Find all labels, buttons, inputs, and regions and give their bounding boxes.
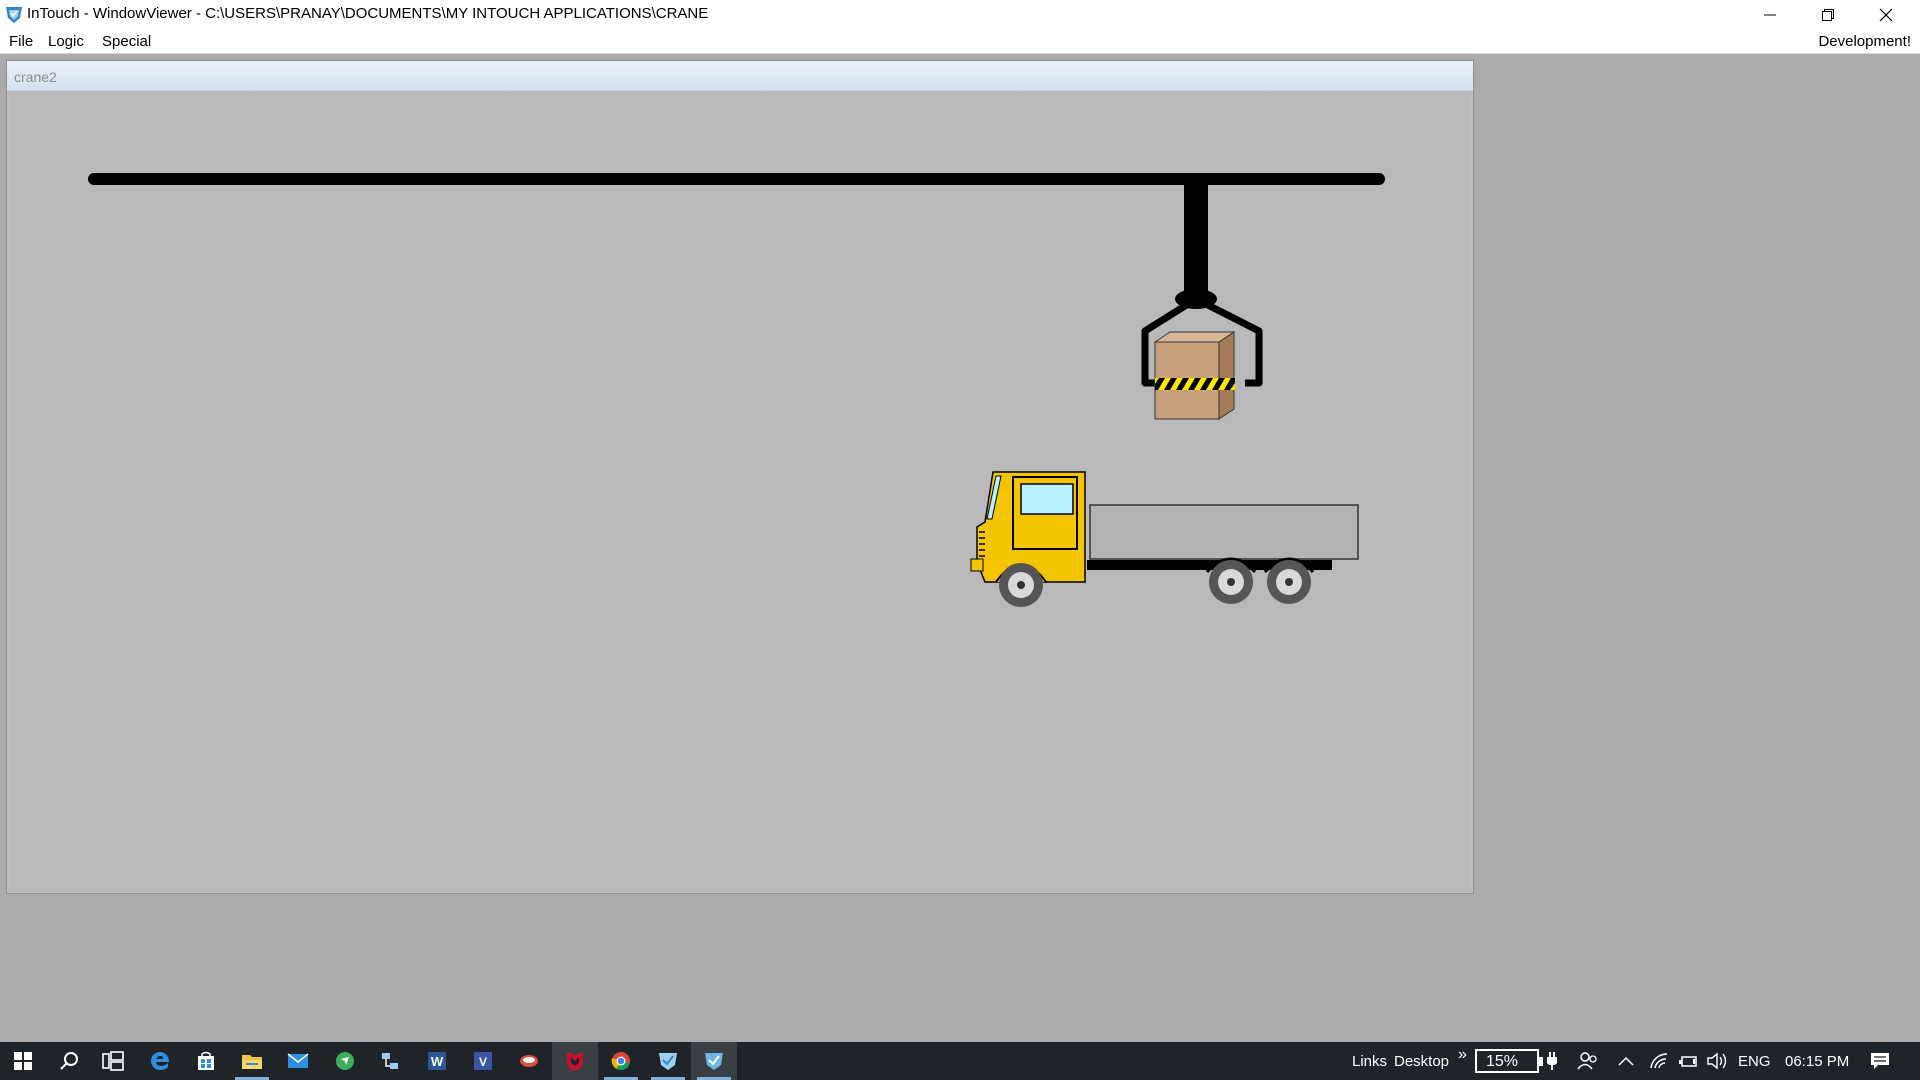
crane-scene (88, 173, 1385, 607)
taskbar-edge[interactable] (137, 1042, 183, 1080)
crane-window: crane2 (6, 60, 1474, 894)
taskbar-intouch-viewer[interactable] (691, 1042, 737, 1080)
search-icon (60, 1052, 78, 1070)
start-button[interactable] (0, 1042, 46, 1080)
visio-icon: V (474, 1052, 492, 1070)
network-tool-icon (382, 1053, 398, 1069)
svg-text:V: V (479, 1055, 487, 1069)
taskbar-intouch-manager[interactable] (645, 1042, 691, 1080)
language-indicator[interactable]: ENG (1738, 1053, 1771, 1070)
people-icon (1577, 1052, 1597, 1070)
taskbar-vpn[interactable] (322, 1042, 368, 1080)
desktop-toolbar[interactable]: Desktop (1394, 1053, 1449, 1070)
search-button[interactable] (46, 1042, 92, 1080)
taskbar-mail[interactable] (275, 1042, 321, 1080)
taskbar-app[interactable] (506, 1042, 552, 1080)
menu-special[interactable]: Special (102, 33, 151, 50)
taskbar-chrome[interactable] (598, 1042, 644, 1080)
edge-icon (151, 1052, 169, 1070)
minimize-button[interactable] (1741, 0, 1799, 29)
close-button[interactable] (1857, 0, 1915, 29)
cargo-box[interactable] (1153, 331, 1236, 420)
chevron-up-icon (1618, 1056, 1634, 1066)
restore-icon (1822, 8, 1834, 21)
taskbar-word[interactable]: W (414, 1042, 460, 1080)
minimize-icon (1764, 14, 1776, 15)
mail-icon (287, 1053, 309, 1068)
truck-front-wheel (999, 563, 1043, 607)
people-button[interactable] (1568, 1042, 1608, 1080)
truck-rear-wheel-1 (1209, 560, 1253, 604)
battery-percent: 15% (1486, 1053, 1519, 1070)
task-view-icon (102, 1051, 124, 1071)
word-icon: W (428, 1052, 446, 1070)
tray-overflow-button[interactable] (1608, 1042, 1644, 1080)
taskbar-mcafee[interactable] (552, 1042, 598, 1080)
clock[interactable]: 06:15 PM (1785, 1053, 1849, 1070)
power-plug-icon (1547, 1052, 1557, 1070)
hoist-arm (1184, 179, 1208, 299)
vpn-icon (336, 1052, 354, 1070)
taskbar-visio[interactable]: V (460, 1042, 506, 1080)
chrome-icon (611, 1052, 630, 1071)
title-bar: InTouch - WindowViewer - C:\USERS\PRANAY… (0, 0, 1920, 29)
intouch-app-icon (6, 7, 22, 23)
workspace: crane2 (0, 54, 1920, 1042)
battery-button[interactable] (1674, 1042, 1702, 1080)
volume-button[interactable] (1702, 1042, 1732, 1080)
intouch-viewer-icon (705, 1053, 723, 1070)
taskbar-network-tool[interactable] (367, 1042, 413, 1080)
window-title: InTouch - WindowViewer - C:\USERS\PRANAY… (27, 5, 709, 22)
battery-indicator[interactable]: 15% (1475, 1049, 1543, 1073)
menu-bar: File Logic Special Development! (0, 29, 1920, 54)
child-window-title: crane2 (14, 69, 57, 85)
volume-icon (1707, 1052, 1727, 1070)
wifi-icon (1650, 1053, 1668, 1069)
development-label[interactable]: Development! (1818, 33, 1911, 50)
links-toolbar[interactable]: Links (1352, 1053, 1387, 1070)
child-window-title-bar: crane2 (7, 61, 1473, 91)
truck-rear-wheel-2 (1267, 560, 1311, 604)
restore-button[interactable] (1799, 0, 1857, 29)
menu-logic[interactable]: Logic (48, 33, 84, 50)
truck[interactable] (970, 471, 1359, 607)
truck-trailer (1089, 504, 1359, 560)
crane-canvas (9, 92, 1471, 891)
taskbar-store[interactable] (183, 1042, 229, 1080)
power-plug-button[interactable] (1541, 1042, 1563, 1080)
svg-text:W: W (431, 1054, 444, 1069)
taskbar: W V Links Desktop » 15% ENG 06:15 PM (0, 1042, 1920, 1080)
intouch-manager-icon (659, 1053, 677, 1070)
battery-icon (1679, 1056, 1697, 1067)
taskbar-file-explorer[interactable] (229, 1042, 275, 1080)
app-icon (520, 1055, 538, 1067)
toolbar-chevron[interactable]: » (1458, 1046, 1467, 1064)
file-explorer-icon (242, 1055, 262, 1069)
mcafee-icon (567, 1052, 583, 1071)
wifi-button[interactable] (1644, 1042, 1674, 1080)
notification-icon (1871, 1053, 1889, 1069)
store-icon (198, 1051, 214, 1070)
task-view-button[interactable] (90, 1042, 136, 1080)
truck-window (1020, 483, 1074, 515)
action-center-button[interactable] (1858, 1042, 1902, 1080)
close-icon (1879, 8, 1893, 21)
menu-file[interactable]: File (9, 33, 33, 50)
windows-start-icon (14, 1052, 32, 1070)
